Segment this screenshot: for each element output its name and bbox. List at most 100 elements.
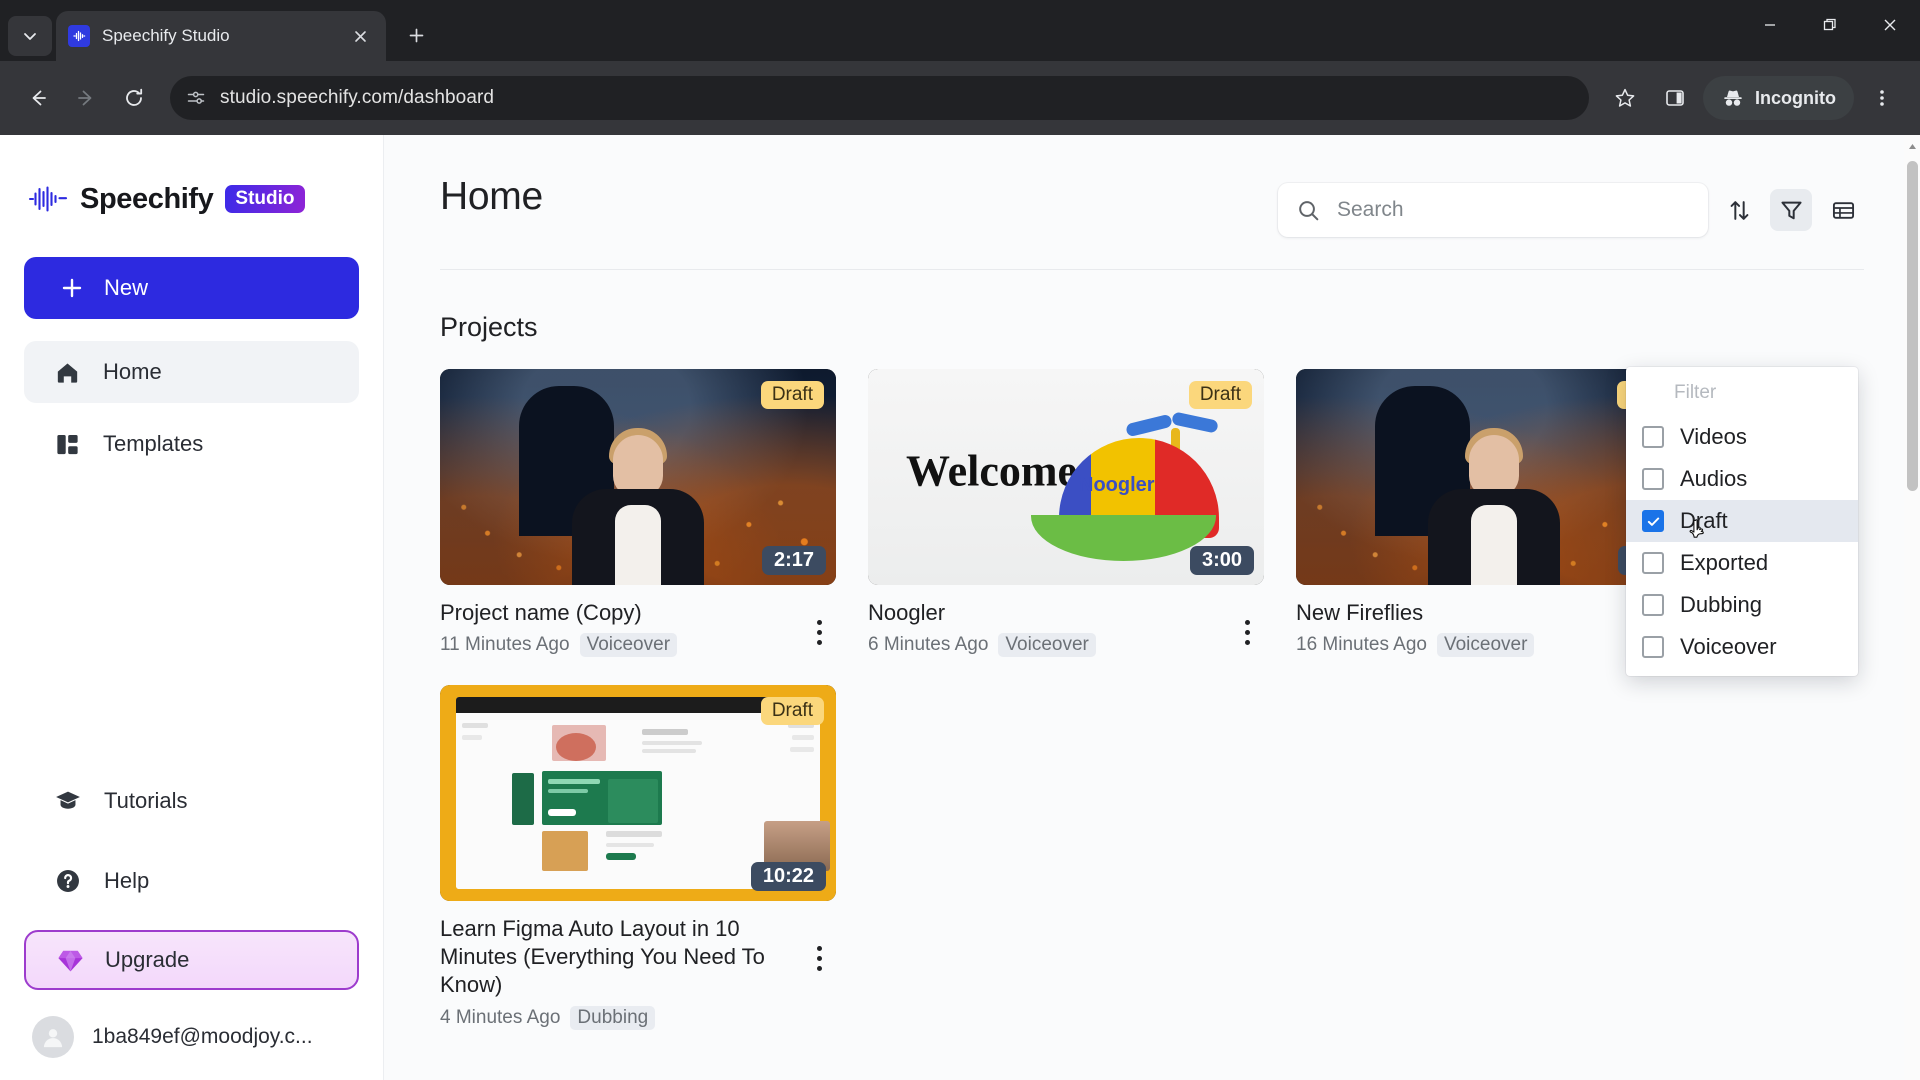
project-type-chip: Voiceover bbox=[579, 633, 678, 658]
project-name: New Fireflies bbox=[1296, 600, 1424, 625]
filter-option-voiceover[interactable]: Voiceover bbox=[1626, 626, 1858, 668]
reload-icon bbox=[126, 88, 143, 106]
project-time: 4 Minutes Ago bbox=[440, 1006, 561, 1028]
new-project-label: New bbox=[104, 275, 149, 300]
bookmark-button[interactable] bbox=[1603, 76, 1647, 120]
incognito-label: Incognito bbox=[1755, 87, 1836, 108]
page-content: Speechify Studio New Home Templates Tuto… bbox=[0, 135, 1920, 1080]
checkbox-unchecked-icon[interactable] bbox=[1642, 426, 1664, 448]
checkbox-checked-icon[interactable] bbox=[1642, 510, 1664, 532]
list-view-icon bbox=[1832, 201, 1854, 219]
scroll-up-arrow-icon[interactable] bbox=[1904, 135, 1920, 157]
account-row[interactable]: 1ba849ef@moodjoy.c... bbox=[24, 990, 359, 1062]
filter-button[interactable] bbox=[1770, 189, 1812, 231]
main-content: Home Search Projects Draft 2:17 Project … bbox=[384, 135, 1920, 1080]
chrome-menu-button[interactable] bbox=[1860, 76, 1904, 120]
browser-tab[interactable]: Speechify Studio bbox=[56, 11, 386, 61]
home-icon bbox=[57, 363, 78, 383]
brand-name: Speechify bbox=[80, 182, 214, 215]
filter-option-label: Draft bbox=[1680, 508, 1728, 533]
checkbox-unchecked-icon[interactable] bbox=[1642, 468, 1664, 490]
checkbox-unchecked-icon[interactable] bbox=[1642, 636, 1664, 658]
close-window-button[interactable] bbox=[1860, 0, 1920, 50]
project-type-chip: Voiceover bbox=[1436, 633, 1535, 658]
project-name: Learn Figma Auto Layout in 10 Minutes (E… bbox=[440, 916, 765, 998]
sidebar-item-tutorials[interactable]: Tutorials bbox=[24, 770, 359, 832]
sidebar-item-templates-label: Templates bbox=[103, 431, 204, 456]
project-thumbnail[interactable]: Draft 2:17 bbox=[440, 369, 836, 585]
checkbox-unchecked-icon[interactable] bbox=[1642, 552, 1664, 574]
tab-search-button[interactable] bbox=[8, 16, 52, 56]
header-controls bbox=[1278, 175, 1864, 237]
project-card[interactable]: Draft 10:22 Learn Figma Auto Layout in 1… bbox=[440, 685, 836, 1030]
close-icon bbox=[1884, 19, 1896, 31]
restore-icon bbox=[1823, 18, 1836, 31]
filter-option-label: Exported bbox=[1680, 550, 1769, 575]
scrollbar-thumb[interactable] bbox=[1907, 161, 1918, 491]
search-input[interactable] bbox=[1337, 198, 1690, 222]
back-button[interactable] bbox=[16, 76, 60, 120]
maximize-button[interactable] bbox=[1800, 0, 1860, 50]
status-badge: Draft bbox=[1188, 381, 1252, 409]
graduation-cap-icon bbox=[56, 791, 80, 809]
sidebar-item-help[interactable]: Help bbox=[24, 850, 359, 912]
forward-button[interactable] bbox=[64, 76, 108, 120]
filter-option-audios[interactable]: Audios bbox=[1626, 458, 1858, 500]
filter-option-dubbing[interactable]: Dubbing bbox=[1626, 584, 1858, 626]
project-card[interactable]: Draft 2:17 Project name (Copy) 11 Minute… bbox=[440, 369, 836, 658]
filter-option-videos[interactable]: Videos bbox=[1626, 416, 1858, 458]
project-name: Noogler bbox=[868, 600, 946, 625]
tab-title: Speechify Studio bbox=[102, 26, 230, 45]
project-thumbnail[interactable]: Welcome Noogler Draft 3:00 bbox=[868, 369, 1264, 585]
site-settings-icon[interactable] bbox=[186, 88, 206, 108]
project-type-chip: Voiceover bbox=[998, 633, 1096, 658]
view-toggle-button[interactable] bbox=[1822, 189, 1864, 231]
project-menu-button[interactable] bbox=[802, 613, 836, 651]
filter-option-exported[interactable]: Exported bbox=[1626, 542, 1858, 584]
status-badge: Draft bbox=[760, 381, 824, 409]
card-meta: 4 Minutes Ago Dubbing bbox=[440, 1005, 792, 1030]
address-bar-url: studio.speechify.com/dashboard bbox=[220, 87, 495, 108]
project-card[interactable]: Welcome Noogler Draft 3:00 Noogler 6 Min… bbox=[868, 369, 1264, 658]
card-footer: Learn Figma Auto Layout in 10 Minutes (E… bbox=[440, 915, 836, 1030]
card-texts: Learn Figma Auto Layout in 10 Minutes (E… bbox=[440, 915, 802, 1030]
upgrade-button[interactable]: Upgrade bbox=[24, 930, 359, 990]
minimize-button[interactable] bbox=[1740, 0, 1800, 50]
close-icon[interactable] bbox=[346, 22, 374, 50]
card-texts: New Fireflies 16 Minutes Ago Voiceover bbox=[1296, 599, 1658, 658]
filter-option-label: Dubbing bbox=[1680, 592, 1762, 617]
thumbnail-presenter bbox=[563, 428, 713, 585]
project-name: Project name (Copy) bbox=[440, 600, 642, 625]
project-menu-button[interactable] bbox=[1230, 613, 1264, 651]
address-bar[interactable]: studio.speechify.com/dashboard bbox=[170, 76, 1590, 120]
new-project-button[interactable]: New bbox=[24, 257, 359, 319]
incognito-indicator[interactable]: Incognito bbox=[1703, 76, 1854, 120]
duration-badge: 10:22 bbox=[750, 862, 826, 892]
sidebar-item-templates[interactable]: Templates bbox=[24, 413, 359, 475]
reload-button[interactable] bbox=[112, 76, 156, 120]
incognito-hat-icon bbox=[1724, 90, 1742, 106]
sidebar-item-home[interactable]: Home bbox=[24, 341, 359, 403]
browser-toolbar: studio.speechify.com/dashboard Incognito bbox=[0, 61, 1920, 135]
sort-button[interactable] bbox=[1718, 189, 1760, 231]
arrow-right-icon bbox=[78, 90, 92, 106]
side-panel-button[interactable] bbox=[1653, 76, 1697, 120]
new-tab-button[interactable] bbox=[398, 17, 434, 53]
checkbox-unchecked-icon[interactable] bbox=[1642, 594, 1664, 616]
main-header: Home bbox=[440, 175, 1864, 237]
project-menu-button[interactable] bbox=[802, 939, 836, 977]
filter-option-label: Audios bbox=[1680, 466, 1748, 491]
card-footer: Project name (Copy) 11 Minutes Ago Voice… bbox=[440, 599, 836, 658]
app-sidebar: Speechify Studio New Home Templates Tuto… bbox=[0, 135, 384, 1080]
user-avatar-icon bbox=[32, 1016, 74, 1058]
project-thumbnail[interactable]: Draft 10:22 bbox=[440, 685, 836, 902]
funnel-icon bbox=[1780, 201, 1802, 219]
page-scrollbar[interactable] bbox=[1904, 135, 1920, 1080]
account-email: 1ba849ef@moodjoy.c... bbox=[92, 1025, 313, 1048]
card-footer: Noogler 6 Minutes Ago Voiceover bbox=[868, 599, 1264, 658]
brand-logo[interactable]: Speechify Studio bbox=[24, 165, 359, 225]
search-box[interactable] bbox=[1278, 183, 1708, 237]
chevron-down-icon bbox=[24, 33, 36, 40]
filter-option-draft[interactable]: Draft bbox=[1626, 500, 1858, 542]
